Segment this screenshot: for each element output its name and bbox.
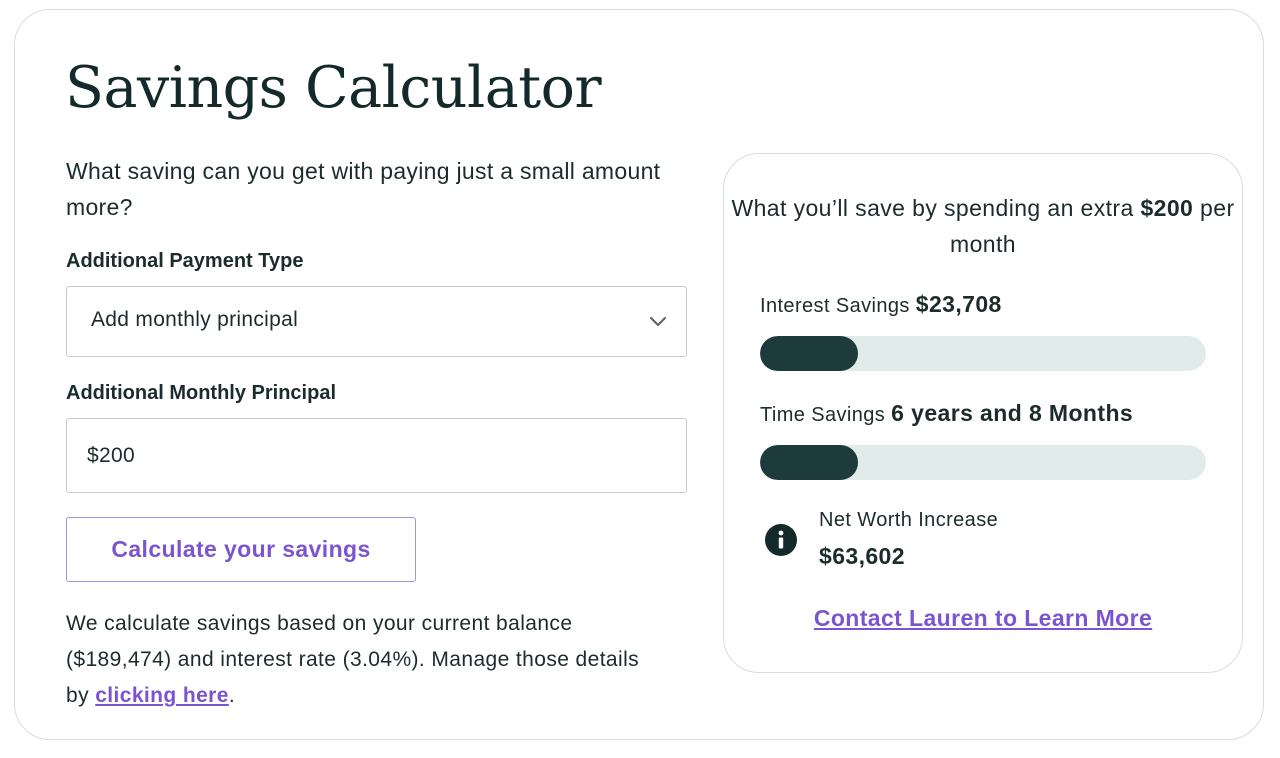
time-savings-value: 6 years and 8 Months <box>891 400 1134 426</box>
contact-lauren-link[interactable]: Contact Lauren to Learn More <box>814 605 1152 631</box>
intro-text: What saving can you get with paying just… <box>66 158 661 220</box>
results-heading: What you’ll save by spending an extra $2… <box>724 190 1242 262</box>
contact-link-wrapper: Contact Lauren to Learn More <box>724 605 1242 632</box>
monthly-principal-label: Additional Monthly Principal <box>66 382 336 404</box>
monthly-principal-input[interactable] <box>66 418 687 493</box>
interest-savings-bar <box>760 336 1206 371</box>
results-heading-prefix: What you’ll save by spending an extra <box>731 195 1141 221</box>
net-worth-value: $63,602 <box>819 543 905 569</box>
page-title: Savings Calculator <box>65 55 602 121</box>
interest-savings-bar-fill <box>760 336 859 371</box>
info-icon[interactable] <box>764 523 798 557</box>
manage-details-link[interactable]: clicking here <box>95 684 229 707</box>
time-savings-label: Time Savings <box>760 404 892 426</box>
payment-type-selected-value: Add monthly principal <box>91 308 299 331</box>
payment-type-select[interactable]: Add monthly principal <box>66 286 687 357</box>
results-heading-amount: $200 <box>1140 195 1194 221</box>
results-panel: What you’ll save by spending an extra $2… <box>723 153 1243 673</box>
savings-calculator-card: Savings Calculator What saving can you g… <box>14 9 1264 740</box>
interest-savings-value: $23,708 <box>915 291 1002 317</box>
calculate-savings-button[interactable]: Calculate your savings <box>66 517 416 582</box>
net-worth-label: Net Worth Increase <box>819 509 999 531</box>
chevron-down-icon <box>649 316 667 327</box>
time-savings-bar-fill <box>760 445 859 480</box>
time-savings-bar <box>760 445 1206 480</box>
footnote-text: We calculate savings based on your curre… <box>66 606 666 714</box>
interest-savings-label: Interest Savings <box>760 295 916 317</box>
payment-type-label: Additional Payment Type <box>66 250 304 272</box>
interest-savings: Interest Savings $23,708 <box>760 291 1002 318</box>
time-savings: Time Savings 6 years and 8 Months <box>760 400 1133 427</box>
footnote-end: . <box>228 684 236 707</box>
